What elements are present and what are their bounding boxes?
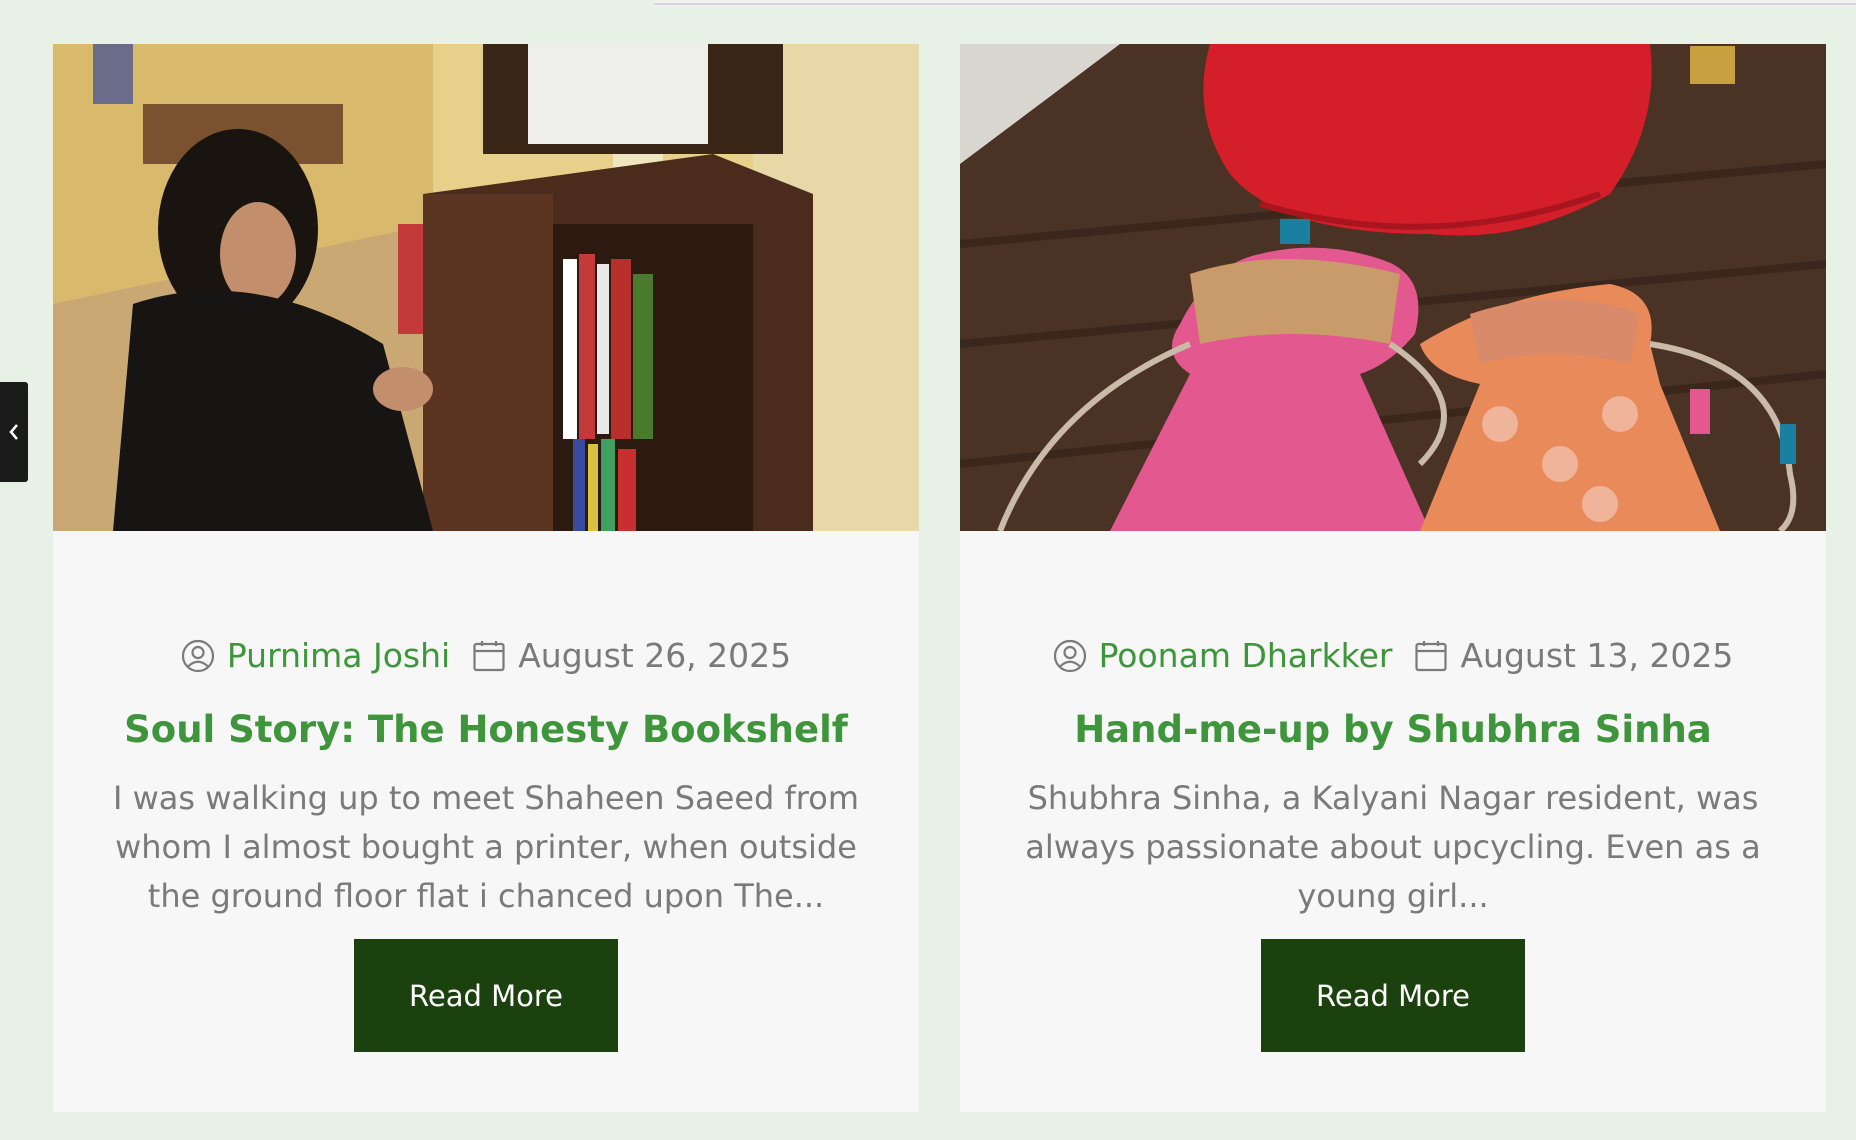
date-text: August 26, 2025: [518, 636, 792, 675]
top-divider: [654, 0, 1856, 5]
post-excerpt: I was walking up to meet Shaheen Saeed f…: [113, 779, 859, 915]
calendar-icon: [473, 640, 505, 671]
post-excerpt: Shubhra Sinha, a Kalyani Nagar resident,…: [1025, 779, 1761, 915]
user-circle-icon: [181, 639, 214, 672]
post-author: Poonam Dharkker: [1053, 636, 1393, 675]
post-card: Purnima Joshi August 26, 2025 Soul Story…: [53, 44, 919, 1112]
post-thumbnail-potli-bags[interactable]: [960, 44, 1826, 531]
author-link[interactable]: Purnima Joshi: [227, 636, 450, 675]
chevron-left-icon: [9, 424, 18, 440]
read-more-button[interactable]: Read More: [354, 939, 618, 1052]
post-meta: Poonam Dharkker August 13, 2025: [960, 636, 1826, 675]
post-title-link[interactable]: Hand-me-up by Shubhra Sinha: [980, 703, 1806, 757]
post-title-link[interactable]: Soul Story: The Honesty Bookshelf: [73, 703, 899, 757]
calendar-icon: [1415, 640, 1448, 671]
side-panel-toggle[interactable]: [0, 382, 28, 482]
read-more-button[interactable]: Read More: [1261, 939, 1525, 1052]
date-text: August 13, 2025: [1460, 636, 1734, 675]
author-link[interactable]: Poonam Dharkker: [1099, 636, 1393, 675]
user-circle-icon: [1053, 639, 1086, 672]
post-author: Purnima Joshi: [181, 636, 450, 675]
post-date: August 26, 2025: [472, 636, 791, 675]
post-date: August 13, 2025: [1414, 636, 1733, 675]
post-card: Poonam Dharkker August 13, 2025 Hand-me-…: [960, 44, 1826, 1112]
post-meta: Purnima Joshi August 26, 2025: [53, 636, 919, 675]
post-thumbnail-bookshelf[interactable]: [53, 44, 919, 531]
